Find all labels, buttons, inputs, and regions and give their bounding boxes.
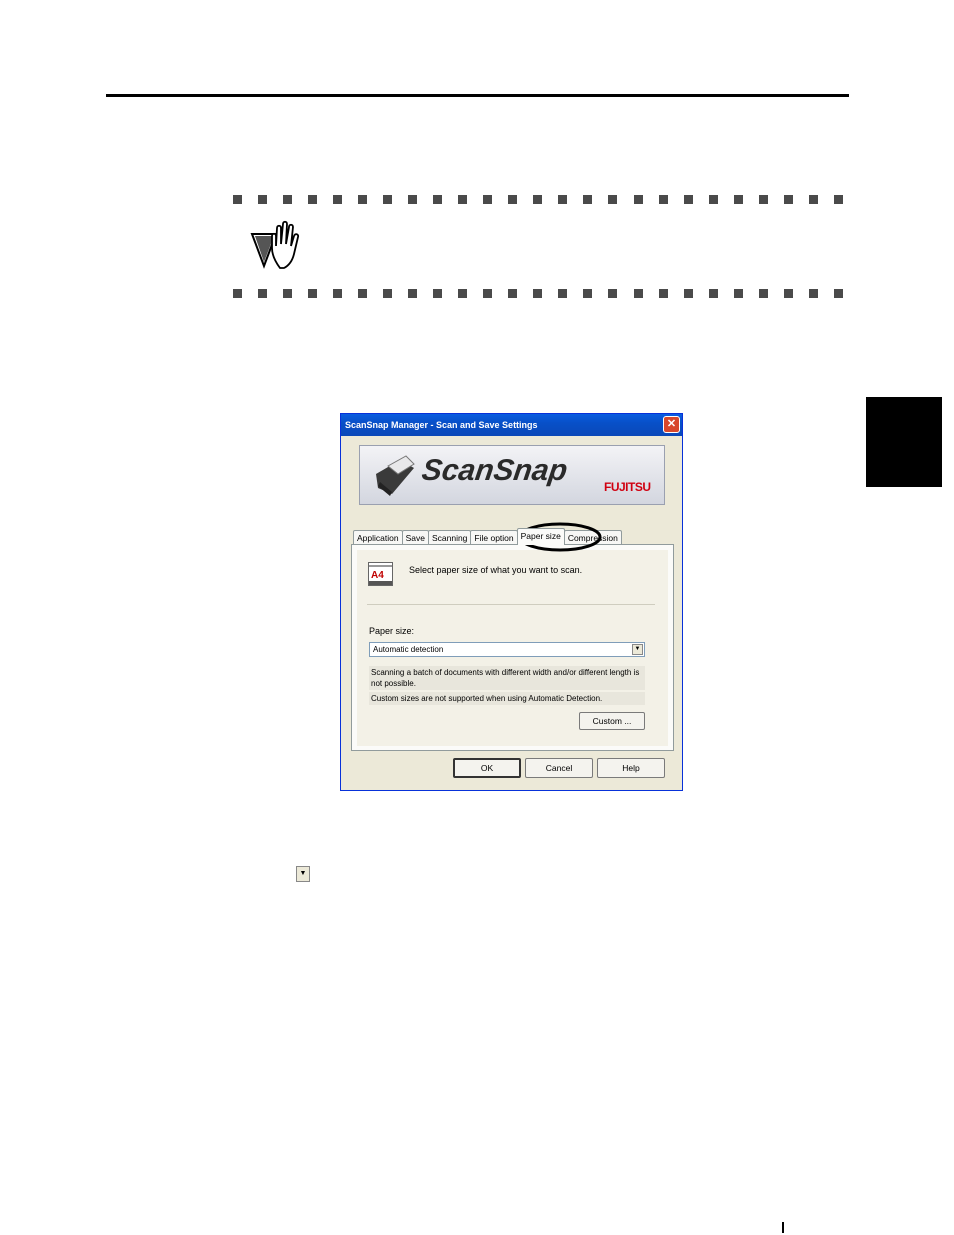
border-dot bbox=[233, 195, 242, 204]
border-dot bbox=[558, 195, 568, 204]
border-dot bbox=[258, 195, 268, 204]
border-dot bbox=[683, 289, 693, 298]
border-dot bbox=[633, 195, 643, 204]
border-dot bbox=[408, 195, 418, 204]
border-dot bbox=[483, 289, 493, 298]
tab-save[interactable]: Save bbox=[401, 530, 429, 545]
border-dot bbox=[758, 289, 768, 298]
border-dot bbox=[283, 289, 293, 298]
border-dot bbox=[383, 195, 393, 204]
border-dot bbox=[833, 289, 843, 298]
border-dot bbox=[333, 195, 343, 204]
border-dot bbox=[633, 289, 643, 298]
tab-file-option[interactable]: File option bbox=[470, 530, 518, 545]
border-dot bbox=[708, 289, 718, 298]
border-dot bbox=[283, 195, 293, 204]
panel-instruction: Select paper size of what you want to sc… bbox=[409, 565, 583, 575]
border-dot bbox=[608, 195, 618, 204]
chevron-down-icon[interactable]: ▼ bbox=[632, 644, 643, 655]
paper-size-select[interactable]: Automatic detection ▼ bbox=[369, 642, 645, 657]
border-dot bbox=[358, 195, 368, 204]
paper-size-panel: A4 Select paper size of what you want to… bbox=[351, 544, 674, 751]
border-dot bbox=[433, 289, 443, 298]
border-dot bbox=[658, 195, 668, 204]
border-dot bbox=[733, 289, 743, 298]
border-dot bbox=[508, 195, 518, 204]
help-button[interactable]: Help bbox=[597, 758, 665, 778]
custom-button[interactable]: Custom ... bbox=[579, 712, 645, 730]
border-dot bbox=[833, 195, 843, 204]
header-rule bbox=[106, 94, 849, 97]
dropdown-arrow-icon: ▼ bbox=[296, 866, 310, 882]
border-dot bbox=[458, 289, 468, 298]
note-border-bottom bbox=[233, 289, 843, 299]
border-dot bbox=[758, 195, 768, 204]
border-dot bbox=[683, 195, 693, 204]
border-dot bbox=[608, 289, 618, 298]
tab-paper-size[interactable]: Paper size bbox=[516, 528, 565, 545]
cancel-button[interactable]: Cancel bbox=[525, 758, 593, 778]
border-dot bbox=[783, 289, 793, 298]
border-dot bbox=[658, 289, 668, 298]
dialog-titlebar[interactable]: ScanSnap Manager - Scan and Save Setting… bbox=[341, 414, 682, 436]
chapter-tab bbox=[866, 397, 942, 487]
tab-scanning[interactable]: Scanning bbox=[427, 530, 472, 545]
tab-application[interactable]: Application bbox=[353, 530, 403, 545]
border-dot bbox=[308, 289, 318, 298]
border-dot bbox=[708, 195, 718, 204]
border-dot bbox=[783, 195, 793, 204]
page-number-mark bbox=[782, 1222, 784, 1233]
border-dot bbox=[583, 289, 593, 298]
border-dot bbox=[533, 289, 543, 298]
border-dot bbox=[583, 195, 593, 204]
border-dot bbox=[533, 195, 543, 204]
border-dot bbox=[433, 195, 443, 204]
divider bbox=[367, 604, 655, 605]
settings-dialog: ScanSnap Manager - Scan and Save Setting… bbox=[340, 413, 683, 791]
panel-inner: A4 Select paper size of what you want to… bbox=[357, 550, 668, 746]
fujitsu-logo: FUJITSU bbox=[604, 480, 651, 494]
border-dot bbox=[733, 195, 743, 204]
border-dot bbox=[408, 289, 418, 298]
border-dot bbox=[233, 289, 242, 298]
border-dot bbox=[808, 289, 818, 298]
paper-size-value: Automatic detection bbox=[373, 645, 444, 654]
custom-size-note: Custom sizes are not supported when usin… bbox=[369, 692, 645, 705]
paper-a4-icon: A4 bbox=[368, 562, 393, 586]
ok-button[interactable]: OK bbox=[453, 758, 521, 778]
border-dot bbox=[333, 289, 343, 298]
border-dot bbox=[458, 195, 468, 204]
border-dot bbox=[558, 289, 568, 298]
close-button[interactable]: ✕ bbox=[663, 416, 680, 433]
brand-logo: ScanSnap bbox=[419, 454, 570, 487]
border-dot bbox=[483, 195, 493, 204]
border-dot bbox=[358, 289, 368, 298]
paper-size-label: Paper size: bbox=[369, 626, 415, 636]
note-border-top bbox=[233, 195, 843, 205]
border-dot bbox=[258, 289, 268, 298]
scanner-icon bbox=[376, 455, 415, 496]
batch-warning-note: Scanning a batch of documents with diffe… bbox=[369, 666, 645, 690]
dialog-title: ScanSnap Manager - Scan and Save Setting… bbox=[345, 420, 538, 430]
border-dot bbox=[308, 195, 318, 204]
border-dot bbox=[508, 289, 518, 298]
hand-stop-icon bbox=[250, 220, 300, 269]
scansnap-banner: ScanSnap FUJITSU bbox=[359, 445, 665, 505]
border-dot bbox=[808, 195, 818, 204]
border-dot bbox=[383, 289, 393, 298]
